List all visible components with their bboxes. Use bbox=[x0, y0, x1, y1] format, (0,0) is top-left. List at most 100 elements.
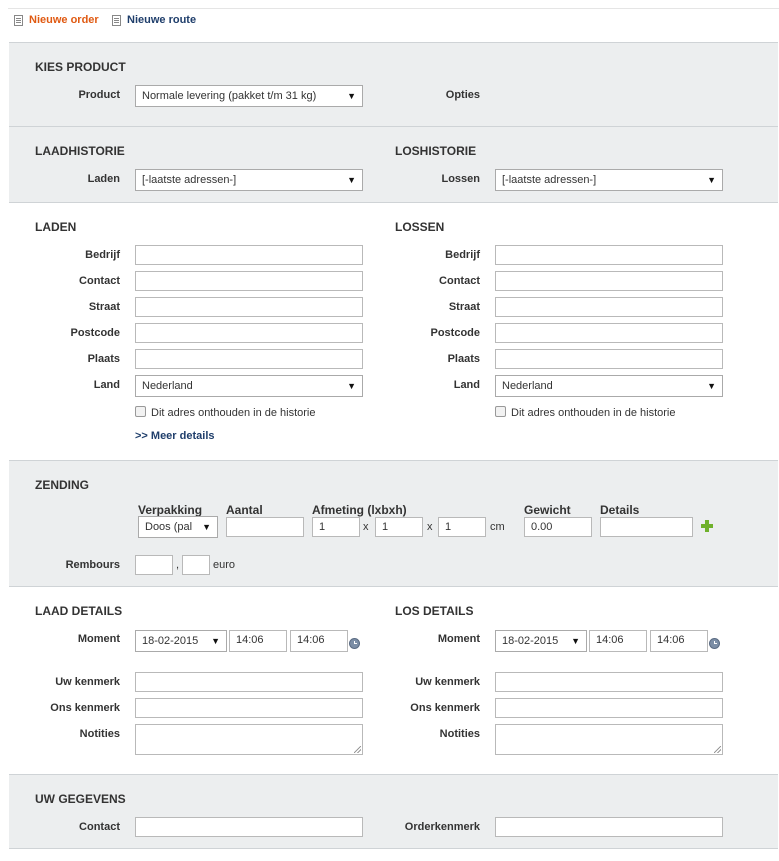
route-document-icon bbox=[112, 14, 121, 26]
orderkenmerk-label: Orderkenmerk bbox=[404, 821, 480, 833]
laad-clock-icon[interactable] bbox=[349, 638, 360, 649]
los-time-to[interactable]: 14:06 bbox=[650, 630, 708, 652]
los-notities-label: Notities bbox=[439, 728, 480, 740]
lossen-postcode-label: Postcode bbox=[430, 327, 480, 339]
orderkenmerk-input[interactable] bbox=[495, 817, 723, 837]
laad-details-title: LAAD DETAILS bbox=[35, 604, 123, 618]
new-order-link[interactable]: Nieuwe order bbox=[14, 14, 99, 26]
aantal-input[interactable] bbox=[226, 517, 304, 537]
laad-uw-kenmerk-input[interactable] bbox=[135, 672, 363, 692]
options-label: Opties bbox=[445, 89, 480, 101]
resize-grip-icon[interactable] bbox=[354, 746, 361, 753]
los-time-from[interactable]: 14:06 bbox=[589, 630, 647, 652]
loshistorie-title: LOSHISTORIE bbox=[395, 144, 477, 158]
lossen-remember-label: Dit adres onthouden in de historie bbox=[511, 407, 676, 419]
dropdown-arrow-icon: ▼ bbox=[347, 381, 356, 391]
lossen-bedrijf-label: Bedrijf bbox=[445, 249, 480, 261]
section-history: LAADHISTORIE LOSHISTORIE Laden [-laatste… bbox=[9, 126, 778, 202]
section-zending: ZENDING Verpakking Aantal Afmeting (lxbx… bbox=[9, 460, 778, 586]
laden-history-value: [-laatste adressen-] bbox=[142, 174, 237, 186]
lossen-straat-input[interactable] bbox=[495, 297, 723, 317]
lossen-bedrijf-input[interactable] bbox=[495, 245, 723, 265]
col-gewicht: Gewicht bbox=[524, 503, 571, 517]
dropdown-arrow-icon: ▼ bbox=[347, 91, 356, 101]
lossen-title: LOSSEN bbox=[395, 220, 445, 234]
laad-time-to[interactable]: 14:06 bbox=[290, 630, 348, 652]
los-details-title: LOS DETAILS bbox=[395, 604, 474, 618]
gewicht-input[interactable]: 0.00 bbox=[524, 517, 592, 537]
lossen-history-value: [-laatste adressen-] bbox=[502, 174, 597, 186]
dropdown-arrow-icon: ▼ bbox=[571, 636, 580, 646]
rembours-cents-input[interactable] bbox=[182, 555, 210, 575]
details-input[interactable] bbox=[600, 517, 693, 537]
col-afmeting: Afmeting (lxbxh) bbox=[312, 503, 407, 517]
lossen-history-label: Lossen bbox=[441, 173, 480, 185]
los-notities-textarea[interactable] bbox=[495, 724, 723, 755]
breedte-input[interactable]: 1 bbox=[375, 517, 423, 537]
laden-bedrijf-input[interactable] bbox=[135, 245, 363, 265]
los-uw-kenmerk-label: Uw kenmerk bbox=[415, 676, 480, 688]
add-row-icon[interactable] bbox=[701, 520, 713, 532]
laden-contact-label: Contact bbox=[79, 275, 120, 287]
laden-postcode-label: Postcode bbox=[70, 327, 120, 339]
los-moment-label: Moment bbox=[437, 633, 480, 645]
laden-postcode-input[interactable] bbox=[135, 323, 363, 343]
lossen-land-select[interactable]: Nederland ▼ bbox=[495, 375, 723, 397]
times-sign-1: x bbox=[363, 521, 369, 533]
lossen-plaats-input[interactable] bbox=[495, 349, 723, 369]
col-aantal: Aantal bbox=[226, 503, 263, 517]
laden-contact-input[interactable] bbox=[135, 271, 363, 291]
times-sign-2: x bbox=[427, 521, 433, 533]
section-kies-product: KIES PRODUCT Product Normale levering (p… bbox=[9, 42, 778, 126]
lossen-land-label: Land bbox=[453, 379, 480, 391]
verpakking-select[interactable]: Doos (pal ▼ bbox=[138, 516, 218, 538]
laden-land-select[interactable]: Nederland ▼ bbox=[135, 375, 363, 397]
laden-straat-input[interactable] bbox=[135, 297, 363, 317]
lossen-land-value: Nederland bbox=[502, 380, 553, 392]
laad-moment-label: Moment bbox=[77, 633, 120, 645]
laden-remember-label: Dit adres onthouden in de historie bbox=[151, 407, 316, 419]
laden-bedrijf-label: Bedrijf bbox=[85, 249, 120, 261]
dropdown-arrow-icon: ▼ bbox=[211, 636, 220, 646]
top-toolbar: Nieuwe order Nieuwe route bbox=[8, 8, 779, 33]
dropdown-arrow-icon: ▼ bbox=[202, 522, 211, 532]
rembours-label: Rembours bbox=[65, 559, 120, 571]
new-route-link[interactable]: Nieuwe route bbox=[112, 14, 196, 26]
more-details-link[interactable]: >> Meer details bbox=[135, 430, 215, 442]
laden-history-select[interactable]: [-laatste adressen-] ▼ bbox=[135, 169, 363, 191]
product-select-value: Normale levering (pakket t/m 31 kg) bbox=[142, 90, 317, 102]
lengte-input[interactable]: 1 bbox=[312, 517, 360, 537]
los-ons-kenmerk-input[interactable] bbox=[495, 698, 723, 718]
laad-notities-textarea[interactable] bbox=[135, 724, 363, 755]
laadhistorie-title: LAADHISTORIE bbox=[35, 144, 125, 158]
gegevens-contact-input[interactable] bbox=[135, 817, 363, 837]
laad-date-select[interactable]: 18-02-2015 ▼ bbox=[135, 630, 227, 652]
laden-plaats-input[interactable] bbox=[135, 349, 363, 369]
los-date-select[interactable]: 18-02-2015 ▼ bbox=[495, 630, 587, 652]
dropdown-arrow-icon: ▼ bbox=[347, 175, 356, 185]
laad-time-from[interactable]: 14:06 bbox=[229, 630, 287, 652]
rembours-euros-input[interactable] bbox=[135, 555, 173, 575]
los-uw-kenmerk-input[interactable] bbox=[495, 672, 723, 692]
product-select[interactable]: Normale levering (pakket t/m 31 kg) ▼ bbox=[135, 85, 363, 107]
lossen-postcode-input[interactable] bbox=[495, 323, 723, 343]
lossen-remember-checkbox[interactable] bbox=[495, 406, 506, 417]
resize-grip-icon[interactable] bbox=[714, 746, 721, 753]
laad-date-value: 18-02-2015 bbox=[142, 635, 199, 647]
section-addresses: LADEN LOSSEN Bedrijf Contact Straat Post… bbox=[9, 202, 778, 460]
unit-cm: cm bbox=[490, 521, 505, 533]
laden-history-label: Laden bbox=[87, 173, 120, 185]
hoogte-input[interactable]: 1 bbox=[438, 517, 486, 537]
laad-ons-kenmerk-input[interactable] bbox=[135, 698, 363, 718]
verpakking-value: Doos (pal bbox=[145, 521, 193, 533]
zending-title: ZENDING bbox=[35, 478, 89, 492]
laden-remember-checkbox[interactable] bbox=[135, 406, 146, 417]
new-route-label: Nieuwe route bbox=[127, 14, 197, 26]
lossen-history-select[interactable]: [-laatste adressen-] ▼ bbox=[495, 169, 723, 191]
section-title: KIES PRODUCT bbox=[35, 60, 126, 74]
lossen-contact-input[interactable] bbox=[495, 271, 723, 291]
los-clock-icon[interactable] bbox=[709, 638, 720, 649]
col-details: Details bbox=[600, 503, 640, 517]
new-order-label: Nieuwe order bbox=[29, 14, 99, 26]
laden-title: LADEN bbox=[35, 220, 77, 234]
